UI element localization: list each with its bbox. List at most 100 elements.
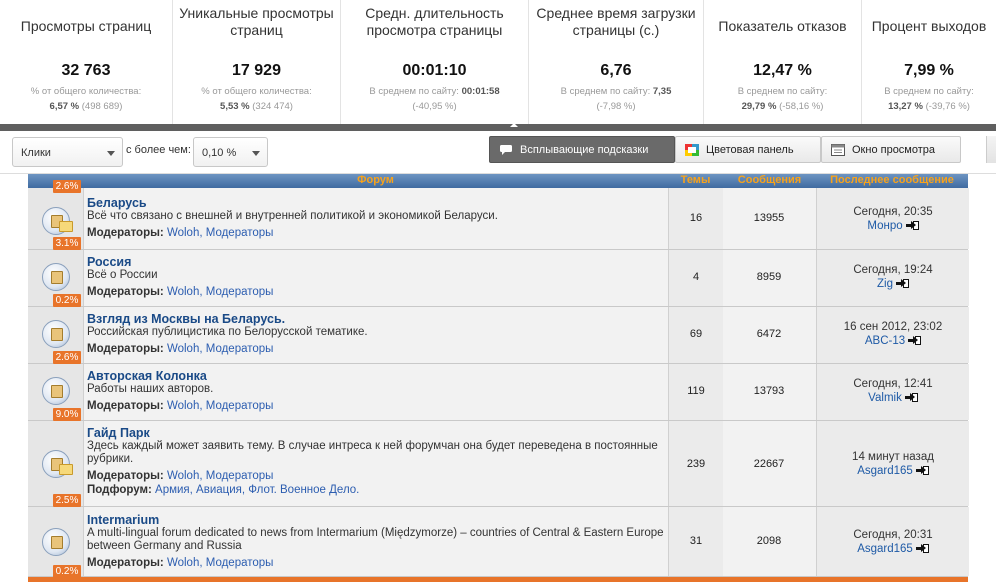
click-percent-badge[interactable]: 2.6% xyxy=(53,180,81,193)
stat-sub: % от общего количества: xyxy=(201,86,312,97)
stat-compare: 29,79 % (-58,16 %) xyxy=(741,101,824,112)
forum-moderators: Модераторы: Woloh, Модераторы xyxy=(87,557,274,569)
stat-sub: В среднем по сайту: xyxy=(884,86,974,97)
forum-info: Intermarium A multi-lingual forum dedica… xyxy=(87,513,665,569)
threshold-select-value: 0,10 % xyxy=(202,147,237,159)
chevron-down-icon xyxy=(107,151,115,156)
stat-compare: 13,27 % (-39,76 %) xyxy=(888,101,970,112)
topics-count: 239 xyxy=(668,421,724,506)
last-post-user[interactable]: Valmik xyxy=(817,392,969,404)
click-percent-badge[interactable]: 9.0% xyxy=(53,408,81,421)
click-percent-badge[interactable]: 2.6% xyxy=(53,351,81,364)
stat-title: Средн. длительность просмотра страницы xyxy=(365,5,504,38)
viewer-window-button[interactable]: Окно просмотра xyxy=(821,136,961,163)
go-to-post-icon[interactable] xyxy=(915,544,929,554)
color-palette-icon xyxy=(685,144,699,156)
stat-title: Просмотры страниц xyxy=(20,18,152,34)
forum-subforums: Подфорум: Армия, Авиация, Флот. Военное … xyxy=(87,484,360,496)
moderators-link[interactable]: Woloh, Модераторы xyxy=(167,227,273,239)
stat-value: 00:01:10 xyxy=(402,62,467,79)
last-post-user[interactable]: Zig xyxy=(817,278,969,290)
go-to-post-icon[interactable] xyxy=(895,279,909,289)
posts-count: 22667 xyxy=(723,421,815,506)
last-post: 16 сен 2012, 23:02 ABC-13 xyxy=(816,307,969,363)
stat-title: Среднее время загрузки страницы (с.) xyxy=(536,5,696,38)
stat-value: 32 763 xyxy=(61,62,111,79)
collapse-caret-icon[interactable] xyxy=(510,123,518,127)
stat-compare: 5,53 % (324 474) xyxy=(220,101,293,112)
stat-bounce-rate[interactable]: Показатель отказов 12,47 % В среднем по … xyxy=(704,0,862,124)
moderators-link[interactable]: Woloh, Модераторы xyxy=(167,286,273,298)
go-to-post-icon[interactable] xyxy=(905,221,919,231)
last-post: 14 минут назад Asgard165 xyxy=(816,421,969,506)
stat-value: 7,99 % xyxy=(904,62,954,79)
threshold-select[interactable]: 0,10 % xyxy=(193,137,268,167)
forum-description: Здесь каждый может заявить тему. В случа… xyxy=(87,440,658,465)
chevron-down-icon xyxy=(252,151,260,156)
stat-value: 6,76 xyxy=(600,62,632,79)
last-post-user[interactable]: Asgard165 xyxy=(817,543,969,555)
go-to-post-icon[interactable] xyxy=(904,393,918,403)
stat-avg-load-time[interactable]: Среднее время загрузки страницы (с.) 6,7… xyxy=(529,0,704,124)
tooltips-button[interactable]: Всплывающие подсказки xyxy=(489,136,675,163)
forum-title-link[interactable]: Россия xyxy=(87,255,665,269)
forum-title-link[interactable]: Intermarium xyxy=(87,513,665,527)
last-post: Сегодня, 12:41 Valmik xyxy=(816,364,969,420)
click-percent-badge[interactable]: 2.5% xyxy=(53,494,81,507)
metric-select-value: Клики xyxy=(21,147,51,159)
stat-compare: 6,57 % (498 689) xyxy=(49,101,123,112)
moderators-link[interactable]: Woloh, Модераторы xyxy=(167,557,273,569)
forum-moderators: Модераторы: Woloh, Модераторы xyxy=(87,227,274,239)
moderators-link[interactable]: Woloh, Модераторы xyxy=(167,470,273,482)
stat-compare: (-40,95 %) xyxy=(412,101,457,112)
stat-title: Процент выходов xyxy=(871,18,987,34)
stat-avg-duration[interactable]: Средн. длительность просмотра страницы 0… xyxy=(341,0,529,124)
last-post-user[interactable]: Монро xyxy=(817,220,969,232)
header-last-post: Последнее сообщение xyxy=(830,174,954,186)
forum-title-link[interactable]: Беларусь xyxy=(87,196,665,210)
stat-sub: В среднем по сайту: 7,35 xyxy=(560,86,672,97)
moderators-link[interactable]: Woloh, Модераторы xyxy=(167,343,273,355)
forum-moderators: Модераторы: Woloh, Модераторы xyxy=(87,343,274,355)
overlay-toolbar: Клики с более чем: 0,10 % Всплывающие по… xyxy=(0,131,996,174)
forum-row: Авторская Колонка Работы наших авторов. … xyxy=(28,364,969,421)
last-post-time: Сегодня, 20:35 xyxy=(853,206,933,218)
forum-info: Взгляд из Москвы на Беларусь. Российская… xyxy=(87,312,665,355)
last-post-time: Сегодня, 19:24 xyxy=(853,264,933,276)
forum-title-link[interactable]: Авторская Колонка xyxy=(87,369,665,383)
collapse-divider[interactable] xyxy=(0,123,996,131)
folder-icon xyxy=(59,221,73,232)
last-post-time: 16 сен 2012, 23:02 xyxy=(843,321,943,333)
stat-unique-pageviews[interactable]: Уникальные просмотры страниц 17 929 % от… xyxy=(173,0,341,124)
forum-table-header: Форум Темы Сообщения Последнее сообщение xyxy=(28,174,968,188)
stat-sub: % от общего количества: xyxy=(30,86,142,97)
topics-count: 69 xyxy=(668,307,724,363)
toolbar-overflow[interactable] xyxy=(986,136,996,163)
forum-title-link[interactable]: Взгляд из Москвы на Беларусь. xyxy=(87,312,665,326)
go-to-post-icon[interactable] xyxy=(915,466,929,476)
last-post-user[interactable]: Asgard165 xyxy=(817,465,969,477)
forum-bubble-icon xyxy=(42,263,70,291)
forum-info: Гайд Парк Здесь каждый может заявить тем… xyxy=(87,426,665,496)
go-to-post-icon[interactable] xyxy=(908,336,922,346)
click-percent-badge[interactable]: 3.1% xyxy=(53,237,81,250)
forum-description: A multi-lingual forum dedicated to news … xyxy=(87,527,664,552)
forum-title-link[interactable]: Гайд Парк xyxy=(87,426,665,440)
color-bar-button-label: Цветовая панель xyxy=(706,144,794,156)
posts-count: 2098 xyxy=(723,507,815,576)
color-bar-button[interactable]: Цветовая панель xyxy=(675,136,821,163)
stat-exit-rate[interactable]: Процент выходов 7,99 % В среднем по сайт… xyxy=(862,0,996,124)
forum-row: Беларусь Всё что связано с внешней и вну… xyxy=(28,188,969,250)
forum-info: Беларусь Всё что связано с внешней и вну… xyxy=(87,196,665,239)
click-percent-badge[interactable]: 0.2% xyxy=(53,294,81,307)
posts-count: 6472 xyxy=(723,307,815,363)
stat-pageviews[interactable]: Просмотры страниц 32 763 % от общего кол… xyxy=(0,0,173,124)
forum-description: Всё что связано с внешней и внутренней п… xyxy=(87,210,498,222)
metric-select[interactable]: Клики xyxy=(12,137,123,167)
subforums-link[interactable]: Армия, Авиация, Флот. Военное Дело. xyxy=(155,484,359,496)
forum-moderators: Модераторы: Woloh, Модераторы xyxy=(87,470,274,482)
last-post-user[interactable]: ABC-13 xyxy=(817,335,969,347)
forum-description: Российская публицистика по Белорусской т… xyxy=(87,326,368,338)
moderators-link[interactable]: Woloh, Модераторы xyxy=(167,400,273,412)
topics-count: 119 xyxy=(668,364,724,420)
